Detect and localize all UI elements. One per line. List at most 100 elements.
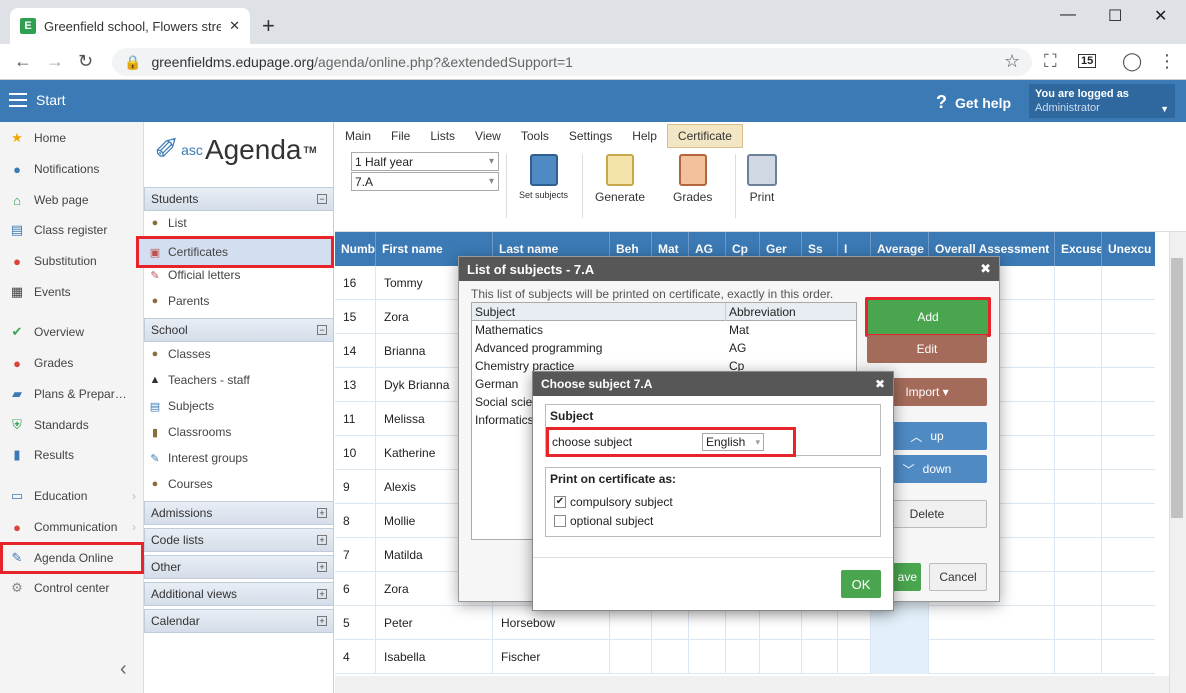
subject-row[interactable]: Mathematics Mat [472, 321, 856, 339]
menu-main[interactable]: Main [335, 124, 381, 148]
cell-empty[interactable] [1102, 368, 1155, 402]
menu-lists[interactable]: Lists [420, 124, 465, 148]
optional-checkbox[interactable] [554, 514, 566, 527]
cell-empty[interactable] [1102, 300, 1155, 334]
cell-first-name[interactable]: Peter [376, 606, 493, 640]
browser-tab[interactable]: E Greenfield school, Flowers street ✕ [10, 8, 250, 44]
nav-item-grades[interactable]: ● Grades [0, 349, 144, 377]
menu-tools[interactable]: Tools [511, 124, 559, 148]
generate-button[interactable]: Generate [595, 154, 645, 204]
section-code-lists[interactable]: Code lists + [144, 528, 334, 552]
cell-number[interactable]: 15 [335, 300, 376, 334]
cell-empty[interactable] [1055, 606, 1102, 640]
close-window-icon[interactable]: ✕ [1154, 6, 1167, 26]
cell-empty[interactable] [929, 640, 1055, 674]
cell-empty[interactable] [929, 606, 1055, 640]
students-item-list[interactable]: ● List [148, 211, 332, 235]
cell-empty[interactable] [1055, 266, 1102, 300]
help-button[interactable]: ? Get help [936, 92, 1011, 113]
section-school[interactable]: School − [144, 318, 334, 342]
close-icon[interactable]: ✖ [980, 261, 991, 277]
profile-icon[interactable]: ◯ [1122, 51, 1142, 72]
nav-item-plans[interactable]: ▰ Plans & Prepar… [0, 380, 144, 408]
section-admissions[interactable]: Admissions + [144, 501, 334, 525]
cell-number[interactable]: 8 [335, 504, 376, 538]
set-subjects-button[interactable]: Set subjects [519, 154, 568, 200]
url-field[interactable]: 🔒 greenfieldms.edupage.org/agenda/online… [112, 48, 1032, 76]
menu-settings[interactable]: Settings [559, 124, 622, 148]
section-other[interactable]: Other + [144, 555, 334, 579]
collapse-nav-icon[interactable]: ‹ [120, 658, 127, 681]
cell-empty[interactable] [1055, 436, 1102, 470]
cell-empty[interactable] [871, 640, 929, 674]
cell-last-name[interactable]: Horsebow [493, 606, 610, 640]
school-item-classes[interactable]: ● Classes [148, 342, 332, 366]
cell-empty[interactable] [1102, 538, 1155, 572]
cell-empty[interactable] [1102, 606, 1155, 640]
expand-icon[interactable]: + [317, 589, 327, 599]
cell-empty[interactable] [1102, 470, 1155, 504]
reload-icon[interactable]: ↻ [78, 51, 93, 72]
subject-select[interactable]: English ▾ [702, 433, 764, 451]
class-select[interactable]: 7.A [351, 172, 499, 191]
cell-empty[interactable] [1102, 572, 1155, 606]
school-item-teachers[interactable]: ▲ Teachers - staff [148, 368, 332, 392]
nav-item-web-page[interactable]: ⌂ Web page [0, 186, 144, 214]
collapse-icon[interactable]: − [317, 325, 327, 335]
cell-number[interactable]: 4 [335, 640, 376, 674]
nav-item-overview[interactable]: ✔ Overview [0, 318, 144, 346]
new-tab-button[interactable]: + [262, 13, 275, 39]
cell-empty[interactable] [689, 606, 726, 640]
col-excused[interactable]: Excuse [1055, 232, 1102, 266]
students-item-official-letters[interactable]: ✎ Official letters [148, 263, 332, 287]
nav-item-standards[interactable]: ⛨ Standards [0, 411, 144, 439]
nav-item-results[interactable]: ▮ Results [0, 441, 144, 469]
col-number[interactable]: Numb [335, 232, 376, 266]
nav-item-home[interactable]: ★ Home [0, 124, 144, 152]
scrollbar-thumb[interactable] [1171, 258, 1183, 518]
menu-help[interactable]: Help [622, 124, 667, 148]
nav-item-notifications[interactable]: ● Notifications [0, 155, 144, 183]
cell-empty[interactable] [689, 640, 726, 674]
cell-empty[interactable] [652, 640, 689, 674]
cell-empty[interactable] [802, 640, 838, 674]
cancel-button[interactable]: Cancel [929, 563, 987, 591]
cell-empty[interactable] [1102, 640, 1155, 674]
optional-option[interactable]: optional subject [546, 511, 880, 530]
cell-empty[interactable] [1055, 640, 1102, 674]
hamburger-icon[interactable] [9, 93, 27, 107]
cell-number[interactable]: 7 [335, 538, 376, 572]
nav-item-events[interactable]: ▦ Events [0, 278, 144, 306]
section-calendar[interactable]: Calendar + [144, 609, 334, 633]
section-additional-views[interactable]: Additional views + [144, 582, 334, 606]
menu-view[interactable]: View [465, 124, 511, 148]
horizontal-scrollbar[interactable] [335, 676, 1169, 693]
start-label[interactable]: Start [36, 92, 66, 108]
cell-empty[interactable] [610, 606, 652, 640]
bookmark-star-icon[interactable]: ☆ [1004, 51, 1020, 72]
cell-last-name[interactable]: Fischer [493, 640, 610, 674]
cell-empty[interactable] [1102, 436, 1155, 470]
cell-number[interactable]: 14 [335, 334, 376, 368]
kebab-menu-icon[interactable]: ⋮ [1158, 51, 1176, 72]
school-item-interest-groups[interactable]: ✎ Interest groups [148, 446, 332, 470]
cell-first-name[interactable]: Isabella [376, 640, 493, 674]
cell-empty[interactable] [726, 640, 760, 674]
school-item-classrooms[interactable]: ▮ Classrooms [148, 420, 332, 444]
nav-item-class-register[interactable]: ▤ Class register [0, 216, 144, 244]
cell-empty[interactable] [838, 640, 871, 674]
cell-empty[interactable] [1055, 538, 1102, 572]
user-menu[interactable]: You are logged as Administrator ▼ [1029, 84, 1175, 118]
cell-number[interactable]: 6 [335, 572, 376, 606]
cell-empty[interactable] [652, 606, 689, 640]
cell-number[interactable]: 13 [335, 368, 376, 402]
ok-button[interactable]: OK [841, 570, 881, 598]
print-button[interactable]: Print [747, 154, 777, 204]
cell-empty[interactable] [726, 606, 760, 640]
compulsory-checkbox[interactable]: ✔ [554, 495, 566, 508]
calendar-extension-icon[interactable]: 15 [1078, 54, 1097, 68]
cell-empty[interactable] [1102, 266, 1155, 300]
school-item-courses[interactable]: ● Courses [148, 472, 332, 496]
cell-empty[interactable] [1055, 504, 1102, 538]
section-students[interactable]: Students − [144, 187, 334, 211]
